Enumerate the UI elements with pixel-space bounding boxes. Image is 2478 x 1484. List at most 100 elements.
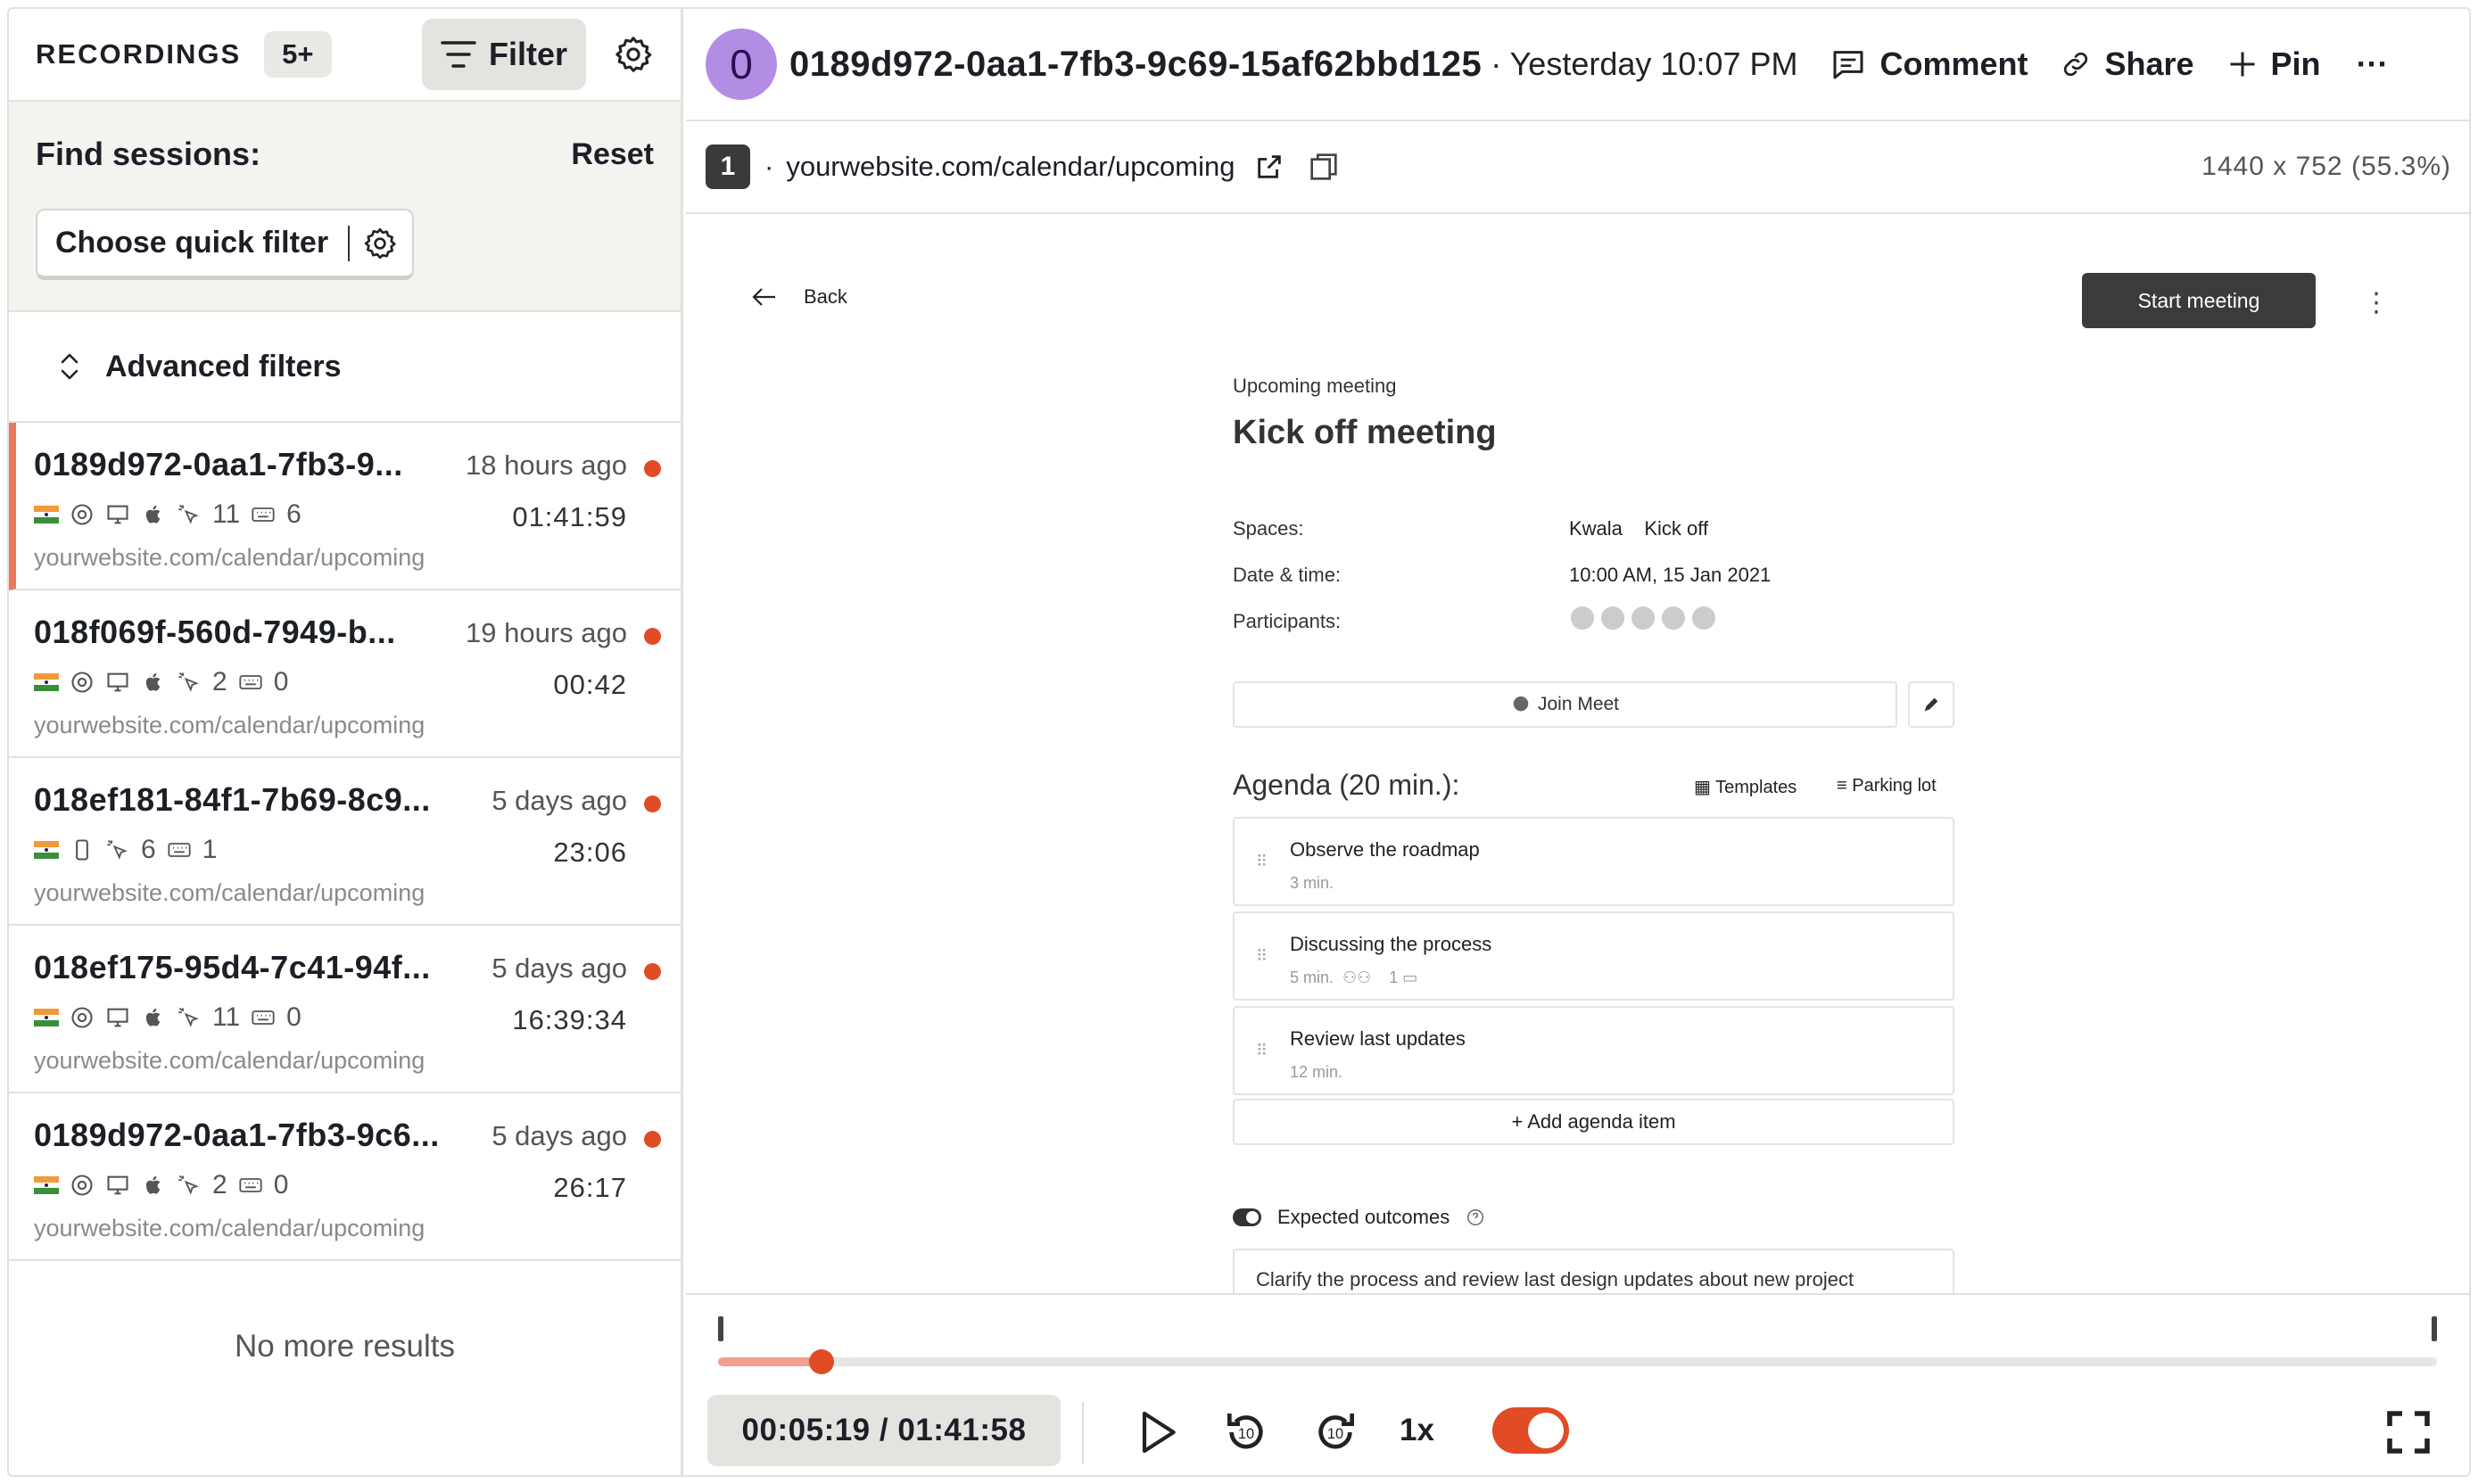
playback-speed-button[interactable]: 1x	[1400, 1413, 1434, 1448]
comment-icon	[1833, 51, 1863, 79]
rewind-10-icon[interactable]: 10	[1221, 1407, 1271, 1457]
url-bar: 1 · yourwebsite.com/calendar/upcoming 14…	[686, 121, 2469, 214]
join-meet-button[interactable]: Join Meet	[1233, 681, 1897, 728]
pin-button[interactable]: Pin	[2226, 45, 2321, 83]
advanced-filters-toggle[interactable]: Advanced filters	[9, 312, 681, 423]
avatar[interactable]: 0	[706, 29, 777, 100]
parking-lot-label: Parking lot	[1852, 776, 1937, 796]
help-icon	[1467, 1209, 1484, 1225]
key-count: 1	[202, 835, 218, 864]
india-flag-icon	[34, 506, 59, 524]
recording-duration: 23:06	[553, 837, 627, 868]
chrome-icon	[71, 672, 93, 693]
replay-viewport: Back Start meeting ⋮ Upcoming meeting Ki…	[686, 216, 2469, 1293]
drag-handle-icon[interactable]: ⠿	[1256, 947, 1268, 966]
grid-icon: ▦	[1694, 778, 1716, 797]
keyboard-icon	[239, 1178, 262, 1192]
quick-filter-button[interactable]: Choose quick filter	[36, 209, 414, 280]
agenda-item[interactable]: ⠿ Discussing the process 5 min. ⚇⚇ 1 ▭	[1233, 911, 1954, 1001]
templates-label: Templates	[1715, 778, 1797, 797]
back-button[interactable]: Back	[752, 285, 847, 309]
agenda-item-duration: 12 min.	[1290, 1063, 1343, 1081]
spaces-value: Kwala Kick off	[1569, 517, 1709, 540]
participants-label: Participants:	[1233, 610, 1342, 632]
play-icon[interactable]	[1132, 1407, 1182, 1457]
recording-item[interactable]: 0189d972-0aa1-7fb3-9... 18 hours ago 11 …	[9, 423, 681, 590]
click-count: 2	[212, 1170, 227, 1200]
keyboard-icon	[252, 507, 275, 522]
chrome-icon	[71, 1007, 93, 1028]
copy-icon[interactable]	[1306, 149, 1342, 185]
click-count: 6	[141, 835, 156, 864]
more-options-button[interactable]: ···	[2357, 45, 2389, 83]
participant-avatar	[1630, 605, 1656, 631]
desktop-icon	[107, 672, 128, 692]
back-label: Back	[804, 285, 847, 308]
svg-text:10: 10	[1238, 1426, 1254, 1442]
expected-outcomes-text[interactable]: Clarify the process and review last desi…	[1233, 1249, 1954, 1293]
recording-item[interactable]: 0189d972-0aa1-7fb3-9c6... 5 days ago 2 0…	[9, 1093, 681, 1261]
agenda-item[interactable]: ⠿ Review last updates 12 min.	[1233, 1006, 1954, 1095]
find-sessions-title: Find sessions:	[36, 136, 261, 172]
page-more-icon[interactable]: ⋮	[2363, 287, 2390, 318]
recording-url: yourwebsite.com/calendar/upcoming	[34, 879, 425, 906]
skip-inactivity-toggle[interactable]	[1492, 1407, 1569, 1454]
sidebar-header: RECORDINGS 5+ Filter	[9, 9, 681, 102]
fullscreen-icon[interactable]	[2383, 1407, 2433, 1457]
participant-avatar	[1660, 605, 1687, 631]
india-flag-icon	[34, 1176, 59, 1194]
recording-time-ago: 18 hours ago	[466, 449, 627, 481]
reset-button[interactable]: Reset	[571, 137, 654, 172]
filter-button[interactable]: Filter	[422, 19, 586, 90]
drag-handle-icon[interactable]: ⠿	[1256, 1042, 1268, 1060]
keyboard-icon	[239, 675, 262, 689]
seek-handle[interactable]	[808, 1349, 834, 1374]
edit-link-button[interactable]	[1908, 681, 1954, 728]
session-header: 0 0189d972-0aa1-7fb3-9c69-15af62bbd125 ·…	[686, 9, 2469, 121]
comment-label: Comment	[1879, 45, 2028, 82]
unwatched-dot	[644, 628, 661, 645]
parking-lot-button[interactable]: ≡ Parking lot	[1837, 776, 1937, 796]
recording-time-ago: 5 days ago	[491, 952, 627, 984]
share-button[interactable]: Share	[2060, 45, 2194, 83]
drag-handle-icon[interactable]: ⠿	[1256, 853, 1268, 871]
player-controls: 00:05:19 / 01:41:58 10 10 1x	[686, 1293, 2469, 1475]
recording-item[interactable]: 018f069f-560d-7949-b... 19 hours ago 2 0…	[9, 590, 681, 758]
key-count: 0	[286, 1002, 301, 1032]
recording-item[interactable]: 018ef175-95d4-7c41-94f... 5 days ago 11 …	[9, 926, 681, 1093]
divider	[1082, 1402, 1084, 1464]
expected-outcomes-label: Expected outcomes	[1277, 1206, 1450, 1228]
agenda-title: Agenda (20 min.):	[1233, 769, 1460, 801]
start-meeting-button[interactable]: Start meeting	[2082, 273, 2316, 328]
meeting-kicker: Upcoming meeting	[1233, 375, 1397, 397]
participant-avatar	[1599, 605, 1626, 631]
tab-number-badge: 1	[706, 144, 750, 189]
recording-url: yourwebsite.com/calendar/upcoming	[34, 1215, 425, 1241]
click-count: 11	[212, 1002, 241, 1032]
agenda-item-title: Observe the roadmap	[1290, 838, 1480, 861]
templates-button[interactable]: ▦ Templates	[1694, 776, 1797, 798]
comment-button[interactable]: Comment	[1830, 45, 2028, 83]
participant-avatar	[1569, 605, 1596, 631]
agenda-item-title: Review last updates	[1290, 1027, 1466, 1050]
agenda-item[interactable]: ⠿ Observe the roadmap 3 min.	[1233, 817, 1954, 906]
chevron-up-down-icon	[61, 353, 78, 380]
expected-outcomes-toggle[interactable]	[1233, 1208, 1261, 1226]
share-label: Share	[2104, 45, 2194, 82]
add-agenda-item-button[interactable]: + Add agenda item	[1233, 1099, 1954, 1145]
recording-item[interactable]: 018ef181-84f1-7b69-8c9... 5 days ago 6 1…	[9, 758, 681, 926]
spaces-label: Spaces:	[1233, 517, 1304, 540]
gear-icon[interactable]	[613, 34, 654, 75]
recording-url: yourwebsite.com/calendar/upcoming	[34, 544, 425, 571]
viewport-dimensions: 1440 x 752 (55.3%)	[2201, 152, 2451, 181]
date-value: 10:00 AM, 15 Jan 2021	[1569, 564, 1772, 586]
seek-bar[interactable]	[718, 1349, 2437, 1374]
mobile-icon	[76, 839, 88, 861]
unwatched-dot	[644, 796, 661, 812]
external-link-icon[interactable]	[1254, 152, 1284, 182]
key-count: 6	[286, 499, 301, 529]
participants-avatars	[1569, 605, 1721, 637]
forward-10-icon[interactable]: 10	[1310, 1407, 1360, 1457]
timeline-start-marker	[718, 1316, 723, 1341]
no-more-results: No more results	[234, 1329, 456, 1364]
